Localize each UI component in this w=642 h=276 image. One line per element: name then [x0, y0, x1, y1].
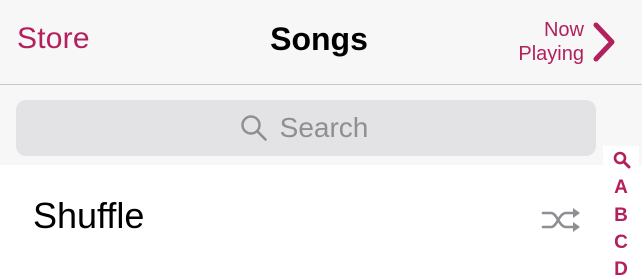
- now-playing-line1: Now: [543, 19, 584, 41]
- search-placeholder: Search: [279, 112, 369, 143]
- search-bar-container: Search: [0, 85, 642, 165]
- index-letter-c[interactable]: C: [603, 232, 639, 254]
- index-letter-b[interactable]: B: [603, 205, 639, 227]
- search-content: Search: [240, 112, 369, 144]
- page-title-text: Songs: [270, 21, 368, 57]
- chevron-right-icon: [593, 22, 615, 62]
- index-search-icon[interactable]: [613, 151, 631, 169]
- shuffle-row[interactable]: Shuffle: [0, 165, 600, 276]
- index-letter-d[interactable]: D: [603, 259, 639, 276]
- navigation-bar: Store Songs Now Playing: [0, 0, 642, 85]
- now-playing-label: Now Playing: [518, 18, 584, 66]
- index-letter-a[interactable]: A: [603, 177, 639, 199]
- section-index[interactable]: A B C D: [603, 146, 639, 276]
- music-app-screen: Store Songs Now Playing Search Shuffle A…: [0, 0, 642, 276]
- shuffle-label: Shuffle: [33, 195, 145, 236]
- shuffle-icon: [541, 208, 580, 232]
- search-icon: [240, 115, 267, 141]
- now-playing-button[interactable]: Now Playing: [518, 15, 616, 69]
- now-playing-line2: Playing: [518, 43, 584, 65]
- search-input[interactable]: Search: [16, 100, 596, 156]
